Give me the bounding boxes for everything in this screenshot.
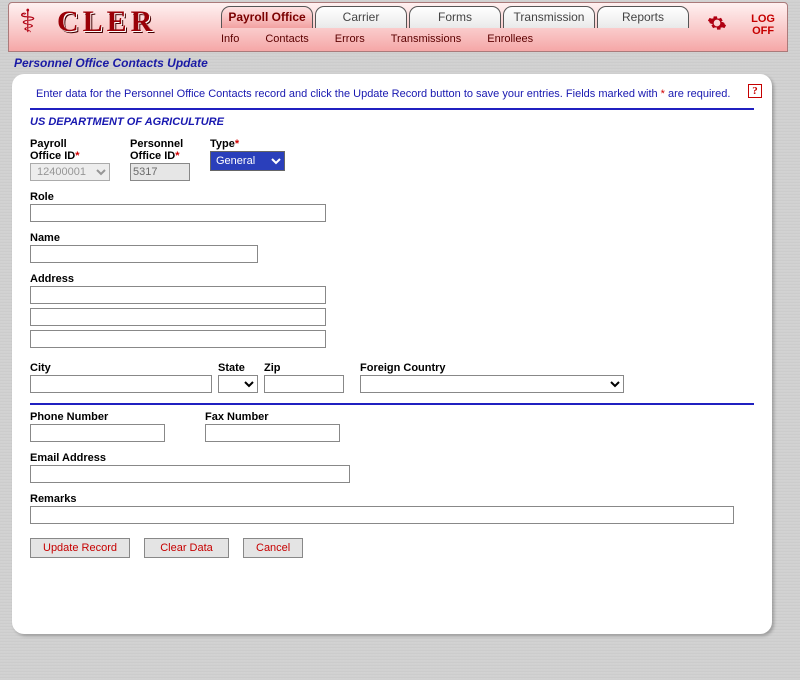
foreign-country-select[interactable] (360, 375, 624, 393)
caduceus-icon: ⚕ (19, 5, 36, 37)
intro-text: Enter data for the Personnel Office Cont… (36, 88, 736, 100)
phone-label: Phone Number (30, 411, 165, 423)
tab-carrier[interactable]: Carrier (315, 6, 407, 28)
name-field[interactable] (30, 245, 258, 263)
address-line2-field[interactable] (30, 308, 326, 326)
fax-field[interactable] (205, 424, 340, 442)
tab-transmission[interactable]: Transmission (503, 6, 595, 28)
app-logo: CLER (57, 5, 156, 39)
subnav-enrollees[interactable]: Enrollees (487, 33, 533, 45)
role-field[interactable] (30, 204, 326, 222)
tab-reports[interactable]: Reports (597, 6, 689, 28)
intro-b: are required. (665, 88, 730, 100)
phone-field[interactable] (30, 424, 165, 442)
app-header: ⚕ CLER Payroll Office Carrier Forms Tran… (8, 2, 788, 52)
logoff-button[interactable]: LOG OFF (751, 13, 775, 37)
payroll-office-id-label: Payroll Office ID* (30, 138, 110, 162)
rule-top (30, 108, 754, 110)
email-field[interactable] (30, 465, 350, 483)
type-label: Type* (210, 138, 285, 150)
city-field[interactable] (30, 375, 212, 393)
intro-a: Enter data for the Personnel Office Cont… (36, 88, 661, 100)
email-label: Email Address (30, 452, 350, 464)
address-line1-field[interactable] (30, 286, 326, 304)
clear-data-button[interactable]: Clear Data (144, 538, 229, 558)
name-label: Name (30, 232, 258, 244)
cancel-button[interactable]: Cancel (243, 538, 303, 558)
zip-field[interactable] (264, 375, 344, 393)
role-label: Role (30, 191, 326, 203)
page-title: Personnel Office Contacts Update (14, 56, 800, 70)
address-label: Address (30, 273, 326, 285)
nav-tabs: Payroll Office Carrier Forms Transmissio… (221, 6, 691, 28)
subnav: Info Contacts Errors Transmissions Enrol… (221, 33, 533, 45)
subnav-info[interactable]: Info (221, 33, 239, 45)
state-label: State (218, 362, 258, 374)
tab-forms[interactable]: Forms (409, 6, 501, 28)
gear-icon[interactable] (707, 13, 727, 33)
address-line3-field[interactable] (30, 330, 326, 348)
update-record-button[interactable]: Update Record (30, 538, 130, 558)
main-panel: ? Enter data for the Personnel Office Co… (12, 74, 772, 634)
tab-payroll-office[interactable]: Payroll Office (221, 6, 313, 28)
subnav-contacts[interactable]: Contacts (265, 33, 308, 45)
state-select[interactable] (218, 375, 258, 393)
zip-label: Zip (264, 362, 344, 374)
foreign-country-label: Foreign Country (360, 362, 624, 374)
personnel-office-id-label: Personnel Office ID* (130, 138, 190, 162)
type-select[interactable]: General (210, 151, 285, 171)
remarks-label: Remarks (30, 493, 734, 505)
city-label: City (30, 362, 212, 374)
personnel-office-id-field (130, 163, 190, 181)
help-icon[interactable]: ? (748, 84, 762, 98)
fax-label: Fax Number (205, 411, 340, 423)
remarks-field[interactable] (30, 506, 734, 524)
subnav-transmissions[interactable]: Transmissions (391, 33, 462, 45)
department-name: US DEPARTMENT OF AGRICULTURE (30, 116, 754, 128)
subnav-errors[interactable]: Errors (335, 33, 365, 45)
payroll-office-id-select: 12400001 (30, 163, 110, 181)
rule-mid (30, 403, 754, 405)
